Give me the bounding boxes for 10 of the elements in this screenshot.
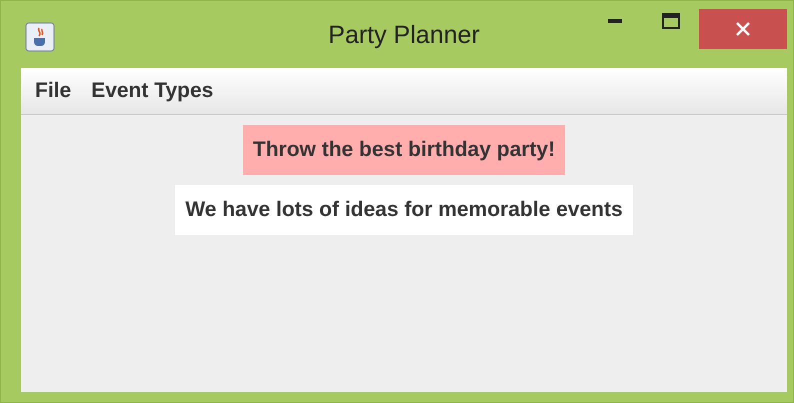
menu-item[interactable]: File xyxy=(27,77,80,105)
menu-item[interactable]: Event Types xyxy=(83,77,222,105)
java-cup-icon xyxy=(25,22,55,52)
close-button[interactable] xyxy=(699,9,787,49)
minimize-icon xyxy=(608,19,622,23)
close-icon xyxy=(735,21,751,37)
subtitle-label: We have lots of ideas for memorable events xyxy=(175,185,633,235)
window-title: Party Planner xyxy=(328,21,480,49)
maximize-icon xyxy=(662,13,680,29)
headline-label: Throw the best birthday party! xyxy=(242,125,566,175)
